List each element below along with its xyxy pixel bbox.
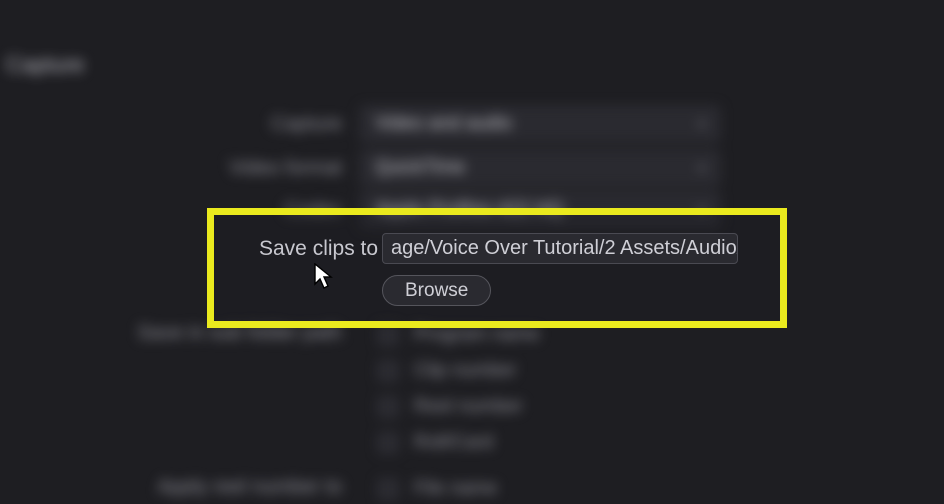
select-capture[interactable]: Video and audio ▾ (360, 106, 720, 142)
checkbox-reel-number[interactable] (378, 397, 398, 417)
label-apply-reel: Apply reel number to (0, 476, 360, 499)
checkbox-label-roll-card: Roll/Card (414, 432, 493, 454)
select-video-format[interactable]: QuickTime ▾ (360, 150, 720, 186)
label-video-format: Video format (0, 157, 360, 180)
checkbox-file-name[interactable] (378, 479, 398, 499)
input-save-clips-path-value: age/Voice Over Tutorial/2 Assets/Audio/V… (391, 237, 738, 260)
label-save-clips-to: Save clips to (259, 237, 378, 261)
label-capture: Capture (0, 113, 360, 136)
highlight-box: Save clips to age/Voice Over Tutorial/2 … (207, 208, 787, 328)
select-video-format-value: QuickTime (375, 157, 465, 179)
select-capture-value: Video and audio (375, 113, 512, 135)
checkbox-program-name[interactable] (378, 325, 398, 345)
checkbox-clip-number[interactable] (378, 361, 398, 381)
chevron-down-icon: ▾ (699, 117, 705, 131)
browse-button-label: Browse (405, 280, 468, 302)
section-title-capture: Capture (6, 52, 84, 78)
browse-button[interactable]: Browse (382, 275, 491, 306)
chevron-down-icon: ▾ (699, 161, 705, 175)
checkbox-label-clip-number: Clip number (414, 360, 516, 382)
checkbox-label-file-name: File name (414, 478, 497, 500)
input-save-clips-path[interactable]: age/Voice Over Tutorial/2 Assets/Audio/V… (382, 233, 738, 264)
checkbox-label-reel-number: Reel number (414, 396, 523, 418)
checkbox-roll-card[interactable] (378, 433, 398, 453)
